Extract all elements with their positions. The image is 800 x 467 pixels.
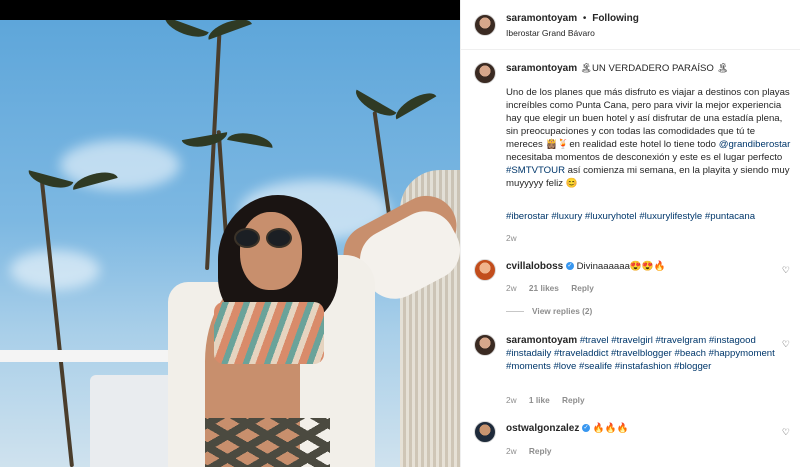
timestamp: 2w [506,233,517,243]
mention-link[interactable]: @grandiberostar [719,139,791,150]
following-button[interactable]: Following [592,13,639,24]
caption-time: 2w [506,233,527,243]
palm-frond [227,130,275,148]
timestamp: 2w [506,283,517,293]
author-username[interactable]: saramontoyam [506,13,577,24]
comment-item: cvillaloboss ✓ Divinaaaaaa😍😍🔥 [506,260,791,273]
view-replies-button[interactable]: View replies (2) [532,306,592,316]
palm-frond [162,20,209,42]
caption-username[interactable]: saramontoyam [506,63,577,74]
palm-trunk [40,181,74,467]
comment-username[interactable]: ostwalgonzalez [506,423,579,434]
right-lens [266,228,292,248]
post-photo[interactable] [0,20,460,467]
bikini-bottom [205,418,330,467]
commenter-avatar[interactable] [474,259,496,281]
caption-body: Uno de los planes que más disfruto es vi… [506,86,791,190]
view-replies-row: View replies (2) [506,306,602,316]
comment-meta: 2w 21 likes Reply [506,283,604,293]
sunglasses [232,228,312,250]
timestamp: 2w [506,446,517,456]
comment-item: ostwalgonzalez ✓ 🔥🔥🔥 [506,422,791,435]
cloud [10,250,100,290]
post-side-panel: saramontoyam • Following Iberostar Grand… [460,0,800,467]
caption-text: necesitaba momentos de desconexión y est… [506,152,783,163]
commenter-avatar[interactable] [474,334,496,356]
like-heart-icon[interactable]: ♡ [782,265,790,276]
likes-count[interactable]: 21 likes [529,283,559,293]
reply-button[interactable]: Reply [571,283,594,293]
author-avatar[interactable] [474,14,496,36]
caption-title: 🏝UN VERDADERO PARAÍSO 🏝 [579,63,729,74]
reply-button[interactable]: Reply [529,446,552,456]
top-black-bar [0,0,460,20]
face [240,212,302,290]
like-heart-icon[interactable]: ♡ [782,339,790,350]
comment-text: 🔥🔥🔥 [592,423,629,434]
hashtag-link[interactable]: #SMTVTOUR [506,165,565,176]
comment-meta: 2w 1 like Reply [506,395,595,405]
palm-frond [391,87,437,120]
comment-item: saramontoyam #travel #travelgirl #travel… [506,334,791,373]
comment-text: Divinaaaaaa😍😍🔥 [576,261,666,272]
comment-username[interactable]: saramontoyam [506,335,577,346]
palm-frond [205,20,252,40]
reply-button[interactable]: Reply [562,395,585,405]
commenter-avatar[interactable] [474,421,496,443]
caption-hashtags[interactable]: #iberostar #luxury #luxuryhotel #luxuryl… [506,210,791,223]
caption-avatar[interactable] [474,62,496,84]
verified-badge-icon: ✓ [565,262,574,271]
header-line: saramontoyam • Following [506,13,639,24]
left-lens [234,228,260,248]
caption: saramontoyam 🏝UN VERDADERO PARAÍSO 🏝 [506,62,791,75]
dot-separator: • [582,13,587,24]
like-heart-icon[interactable]: ♡ [782,427,790,438]
bikini-top [214,302,324,364]
timestamp: 2w [506,395,517,405]
location-link[interactable]: Iberostar Grand Bávaro [506,28,595,38]
replies-line [506,311,524,313]
comment-meta: 2w Reply [506,446,562,456]
post-header: saramontoyam • Following Iberostar Grand… [461,0,800,50]
likes-count[interactable]: 1 like [529,395,550,405]
comment-username[interactable]: cvillaloboss [506,261,563,272]
verified-badge-icon: ✓ [582,424,591,433]
